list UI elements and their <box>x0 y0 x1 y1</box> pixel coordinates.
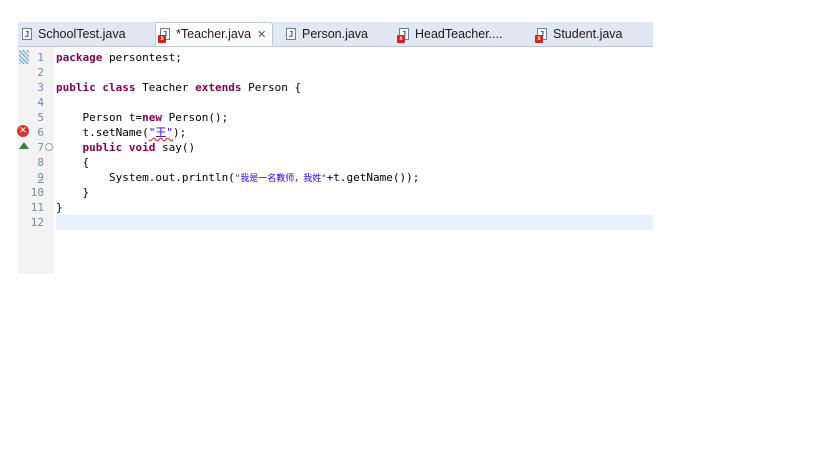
keyword: new <box>142 111 162 124</box>
string-literal: "王" <box>148 126 173 139</box>
code-text: System.out.println( <box>56 171 235 184</box>
code-text: } <box>56 201 63 214</box>
string-literal: "我是一名教师，我姓" <box>234 174 327 184</box>
code-line[interactable] <box>56 65 653 80</box>
line-number: 11 <box>30 201 44 214</box>
code-text: .setName( <box>89 126 149 139</box>
line-number: 6 <box>37 126 44 139</box>
code-line[interactable]: } <box>56 185 653 200</box>
current-code-line[interactable] <box>56 215 653 230</box>
override-arrow-icon[interactable] <box>19 142 29 149</box>
editor-tab-bar: J SchoolTest.java Jx *Teacher.java ✕ J P… <box>18 22 653 47</box>
code-line[interactable]: System.out.println("我是一名教师，我姓"+t.getName… <box>56 170 653 185</box>
code-line[interactable]: package persontest; <box>56 50 653 65</box>
line-number: 5 <box>37 111 44 124</box>
tab-label: Student.java <box>553 27 623 41</box>
keyword: extends <box>195 81 242 94</box>
keyword: void <box>128 141 156 154</box>
code-text: Person { <box>241 81 302 94</box>
annotation-ruler[interactable] <box>18 47 30 274</box>
error-overlay-icon: x <box>535 35 543 43</box>
code-line[interactable]: public void say() <box>56 140 653 155</box>
code-line[interactable] <box>56 95 653 110</box>
error-marker-icon[interactable]: ✕ <box>17 125 29 137</box>
keyword: public <box>56 81 96 94</box>
line-number: 10 <box>30 186 44 199</box>
line-number: 8 <box>37 156 44 169</box>
keyword: package <box>56 51 103 64</box>
keyword: class <box>102 81 136 94</box>
tab-teacher[interactable]: Jx *Teacher.java ✕ <box>155 22 274 46</box>
code-text-area[interactable]: package persontest; public class Teacher… <box>56 50 653 230</box>
close-icon[interactable]: ✕ <box>257 28 266 41</box>
tab-label: SchoolTest.java <box>38 27 126 41</box>
java-file-icon: Jx <box>397 28 409 43</box>
tab-label: HeadTeacher.... <box>415 27 503 41</box>
tab-person[interactable]: J Person.java <box>286 22 368 46</box>
code-line[interactable]: public class Teacher extends Person { <box>56 80 653 95</box>
error-overlay-icon: x <box>158 35 166 43</box>
code-text: t <box>56 126 90 139</box>
line-number: 9 <box>37 171 44 184</box>
line-number: 1 <box>37 51 44 64</box>
java-file-icon: Jx <box>158 28 170 43</box>
java-file-icon: Jx <box>535 28 547 43</box>
error-overlay-icon: x <box>397 35 405 43</box>
code-line[interactable]: { <box>56 155 653 170</box>
code-text: persontest; <box>102 51 182 64</box>
tab-label: Person.java <box>302 27 369 41</box>
tab-student[interactable]: Jx Student.java <box>535 22 623 46</box>
java-editor: J SchoolTest.java Jx *Teacher.java ✕ J P… <box>17 22 653 274</box>
line-number: 4 <box>37 96 44 109</box>
tab-headteacher[interactable]: Jx HeadTeacher.... <box>397 22 503 46</box>
code-line[interactable]: Person t=new Person(); <box>56 110 653 125</box>
java-file-icon: J <box>22 28 32 40</box>
code-text: Person(); <box>161 111 229 124</box>
code-text: +t.getName()); <box>326 171 420 184</box>
quick-diff-marker <box>19 50 29 64</box>
tab-schooltest[interactable]: J SchoolTest.java <box>22 22 126 46</box>
line-number: 12 <box>30 216 44 229</box>
code-text: Person t= <box>56 111 143 124</box>
line-number: 2 <box>37 66 44 79</box>
line-number: 3 <box>37 81 44 94</box>
line-number: 7 <box>37 141 44 154</box>
tab-label: *Teacher.java <box>176 27 252 41</box>
code-text: { <box>56 156 90 169</box>
code-text: say() <box>155 141 196 154</box>
code-text: ); <box>172 126 187 139</box>
line-numbers: 1 2 3 4 5 6 7 8 9 10 11 12 <box>30 50 54 230</box>
code-line[interactable]: t.setName("王"); <box>56 125 653 140</box>
code-line[interactable]: } <box>56 200 653 215</box>
keyword: public <box>82 141 123 154</box>
code-text: } <box>56 186 90 199</box>
java-file-icon: J <box>286 28 296 40</box>
code-text: Teacher <box>135 81 196 94</box>
